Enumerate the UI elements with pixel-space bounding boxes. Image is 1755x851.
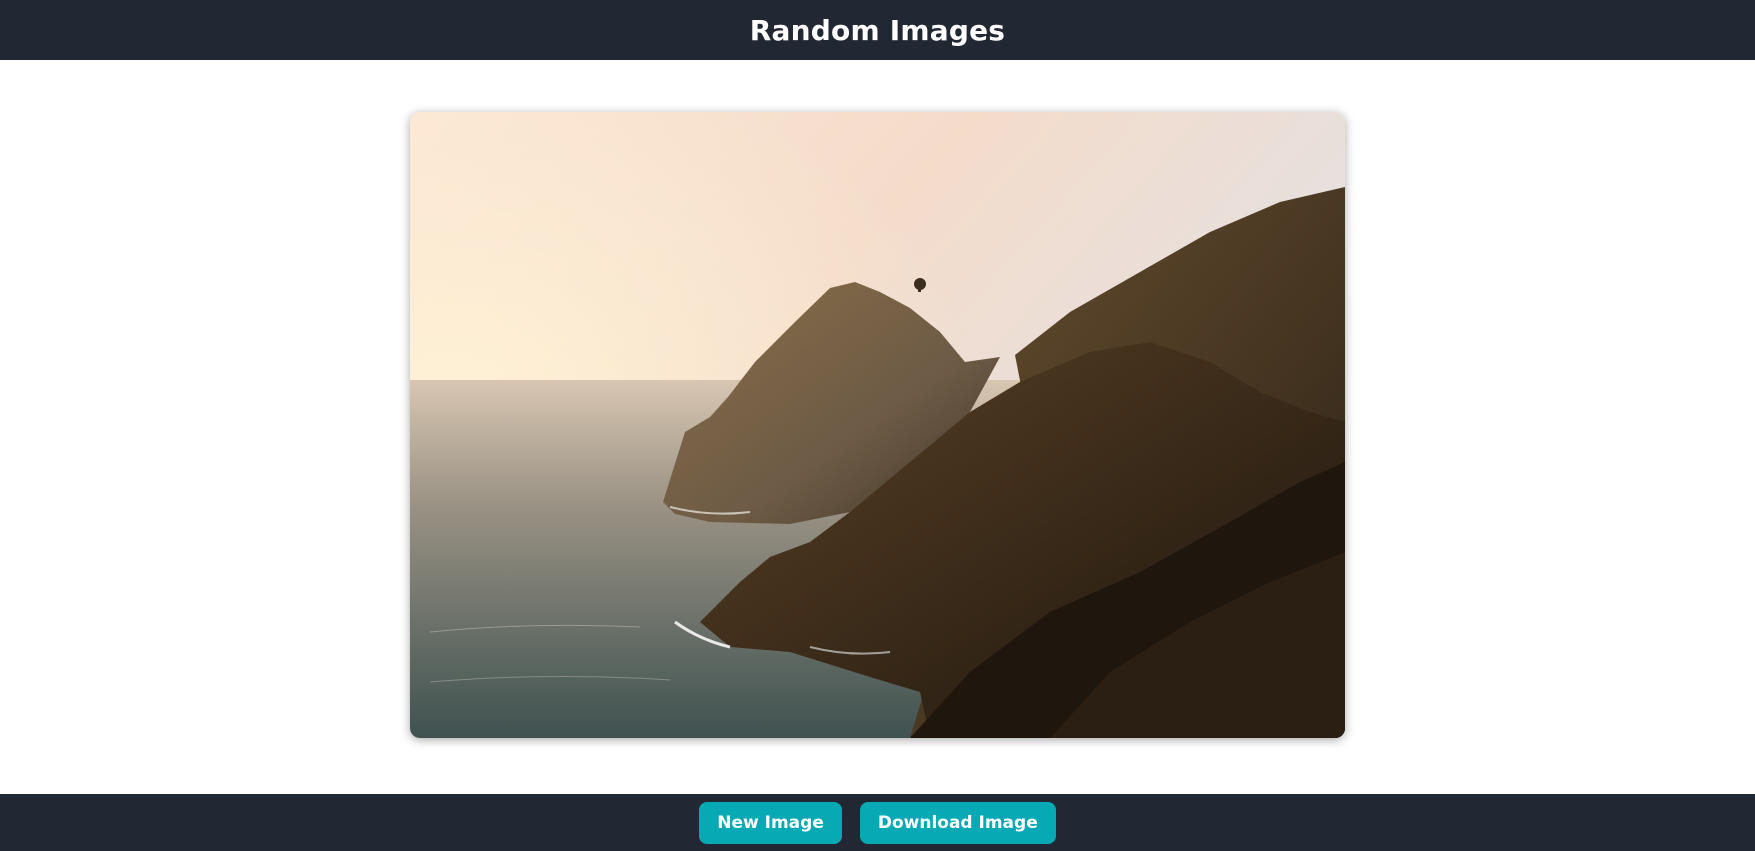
bottom-bar: New Image Download Image bbox=[0, 794, 1755, 851]
app-root: Random Images New Image Download Image bbox=[0, 0, 1755, 851]
page-title: Random Images bbox=[749, 13, 1006, 47]
download-image-button[interactable]: Download Image bbox=[859, 801, 1056, 844]
main-content bbox=[0, 60, 1755, 794]
random-image bbox=[410, 112, 1345, 738]
top-bar: Random Images bbox=[0, 0, 1755, 60]
new-image-button[interactable]: New Image bbox=[699, 801, 842, 844]
landscape-photo bbox=[410, 112, 1345, 738]
